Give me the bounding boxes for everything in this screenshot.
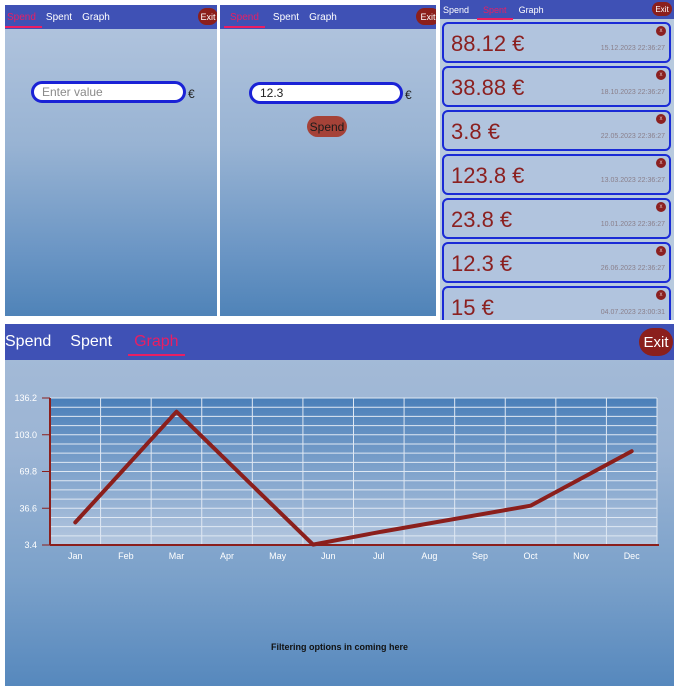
- timestamp: 26.06.2023 22:36:27: [600, 265, 665, 272]
- delete-icon[interactable]: x: [656, 158, 666, 168]
- x-tick-label: Mar: [169, 551, 185, 561]
- timestamp: 15.12.2023 22:36:27: [600, 45, 665, 52]
- spent-screen: Spend Spent Graph Exit 88.12 € 15.12.202…: [440, 0, 674, 320]
- tab-spent[interactable]: Spent: [273, 12, 299, 23]
- delete-icon[interactable]: x: [656, 202, 666, 212]
- list-item[interactable]: 12.3 € 26.06.2023 22:36:27 x: [442, 242, 671, 283]
- amount: 12.3 €: [451, 251, 513, 276]
- spend-screen-empty: Spend Spent Graph Exit €: [5, 5, 217, 316]
- x-tick-label: Sep: [472, 551, 488, 561]
- nav-bar: Spend Spent Graph Exit: [220, 5, 436, 29]
- data-point: [377, 530, 381, 534]
- timestamp: 04.07.2023 23:00:31: [600, 309, 665, 316]
- data-point: [311, 543, 315, 547]
- y-tick-label: 136.2: [14, 393, 37, 403]
- tab-graph[interactable]: Graph: [309, 12, 337, 23]
- delete-icon[interactable]: x: [656, 114, 666, 124]
- tab-spend[interactable]: Spend: [443, 5, 469, 15]
- tab-spent[interactable]: Spent: [477, 5, 512, 20]
- tab-spend[interactable]: Spend: [224, 12, 265, 28]
- x-tick-label: Feb: [118, 551, 134, 561]
- tab-graph[interactable]: Graph: [82, 12, 110, 23]
- spend-button[interactable]: Spend: [307, 116, 347, 137]
- amount: 38.88 €: [451, 75, 525, 100]
- x-tick-label: Jan: [68, 551, 83, 561]
- delete-icon[interactable]: x: [656, 290, 666, 300]
- x-tick-label: May: [269, 551, 287, 561]
- spend-screen-filled: Spend Spent Graph Exit € Spend: [220, 5, 436, 316]
- amount: 15 €: [451, 295, 494, 320]
- timestamp: 18.10.2023 22:36:27: [600, 89, 665, 96]
- x-tick-label: Dec: [624, 551, 641, 561]
- delete-icon[interactable]: x: [656, 26, 666, 36]
- spending-line-chart: 3.4 36.6 69.8 103.0 136.2 Jan Feb Mar Apr May Jun J…: [14, 393, 659, 561]
- x-tick-label: Apr: [220, 551, 234, 561]
- list-item[interactable]: 23.8 € 10.01.2023 22:36:27 x: [442, 198, 671, 239]
- data-point: [630, 449, 634, 453]
- data-point: [529, 504, 533, 508]
- graph-screen: Spend Spent Graph Exit 3.4 36.6 69.8 103.0 1…: [5, 324, 674, 686]
- list-item[interactable]: 15 € 04.07.2023 23:00:31 x: [442, 286, 671, 320]
- tab-graph[interactable]: Graph: [519, 5, 544, 15]
- tab-spent[interactable]: Spent: [46, 12, 72, 23]
- value-input[interactable]: [40, 84, 183, 100]
- tab-spend[interactable]: Spend: [5, 12, 42, 28]
- timestamp: 13.03.2023 22:36:27: [600, 177, 665, 184]
- timestamp: 22.05.2023 22:36:27: [600, 133, 665, 140]
- nav-bar: Spend Spent Graph Exit: [5, 5, 217, 29]
- exit-button[interactable]: Exit: [198, 8, 217, 25]
- y-tick-label: 36.6: [19, 503, 37, 513]
- exit-button[interactable]: Exit: [652, 2, 672, 16]
- list-item[interactable]: 38.88 € 18.10.2023 22:36:27 x: [442, 66, 671, 107]
- amount: 123.8 €: [451, 163, 525, 188]
- list-item[interactable]: 88.12 € 15.12.2023 22:36:27 x: [442, 22, 671, 63]
- x-tick-label: Nov: [573, 551, 590, 561]
- list-item[interactable]: 3.8 € 22.05.2023 22:36:27 x: [442, 110, 671, 151]
- delete-icon[interactable]: x: [656, 246, 666, 256]
- amount: 23.8 €: [451, 207, 513, 232]
- y-tick-label: 69.8: [19, 467, 37, 477]
- x-tick-label: Jul: [373, 551, 385, 561]
- data-point: [174, 410, 178, 414]
- delete-icon[interactable]: x: [656, 70, 666, 80]
- filter-placeholder-text: Filtering options in coming here: [270, 642, 408, 652]
- list-item[interactable]: 123.8 € 13.03.2023 22:36:27 x: [442, 154, 671, 195]
- value-input-box: [249, 82, 403, 104]
- timestamp: 10.01.2023 22:36:27: [600, 221, 665, 228]
- value-input-box: [31, 81, 186, 103]
- value-input[interactable]: [258, 85, 400, 101]
- currency-label: €: [188, 87, 195, 101]
- exit-button[interactable]: Exit: [416, 8, 436, 25]
- amount: 3.8 €: [451, 119, 500, 144]
- x-tick-label: Jun: [321, 551, 336, 561]
- data-point: [73, 520, 77, 524]
- x-tick-label: Oct: [524, 551, 539, 561]
- y-tick-label: 3.4: [24, 540, 37, 550]
- currency-label: €: [405, 88, 412, 102]
- y-tick-label: 103.0: [14, 430, 37, 440]
- x-tick-label: Aug: [421, 551, 437, 561]
- amount: 88.12 €: [451, 31, 525, 56]
- nav-bar: Spend Spent Graph Exit: [440, 0, 674, 20]
